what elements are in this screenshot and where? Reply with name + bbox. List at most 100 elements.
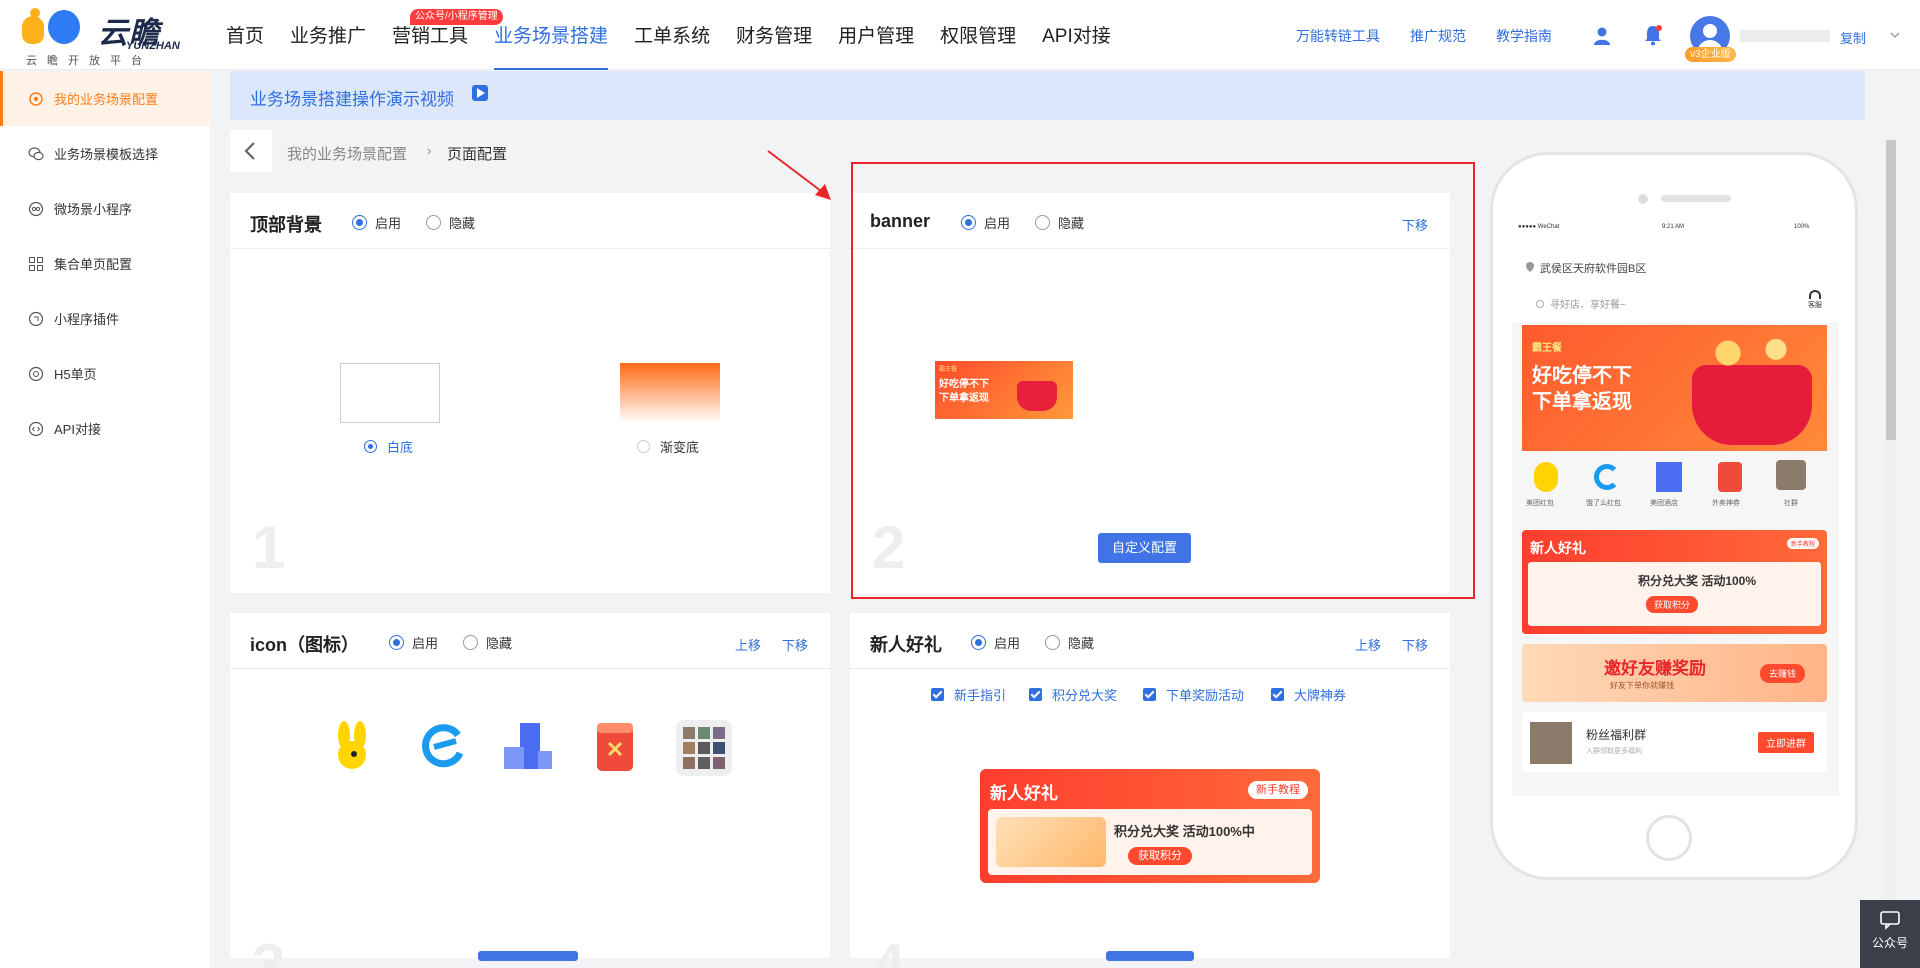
community-group-icon[interactable]: [675, 719, 733, 777]
phone-service-button[interactable]: 客服: [1808, 290, 1822, 310]
meituan-kangaroo-icon[interactable]: [330, 721, 374, 771]
bell-icon[interactable]: [1643, 24, 1663, 46]
phone-gift-button[interactable]: 获取积分: [1646, 596, 1699, 613]
chevron-down-icon[interactable]: [1890, 30, 1900, 40]
phone-search-input[interactable]: 寻好店、享好餐~: [1536, 296, 1626, 311]
nav-item-marketing-tools[interactable]: 公众号/小程序管理 营销工具: [392, 0, 503, 70]
vip-badge: v3企业版: [1685, 47, 1736, 62]
sidebar-item-label: 我的业务场景配置: [54, 92, 159, 107]
sidebar-item-micro-scene[interactable]: 微场景小程序: [0, 181, 210, 236]
demo-video-link[interactable]: 业务场景搭建操作演示视频: [250, 85, 454, 110]
sidebar-item-collection-page[interactable]: 集合单页配置: [0, 236, 210, 291]
breadcrumb-parent[interactable]: 我的业务场景配置: [287, 143, 407, 164]
card-title: 顶部背景: [250, 215, 322, 235]
back-button[interactable]: [230, 130, 272, 172]
chevron-left-icon: [244, 142, 255, 160]
nav-item-home[interactable]: 首页: [226, 0, 264, 70]
nav-item-api[interactable]: API对接: [1042, 0, 1111, 70]
hide-radio[interactable]: 隐藏: [1045, 633, 1094, 652]
move-down-link[interactable]: 下移: [1402, 635, 1428, 654]
sidebar-item-plugin[interactable]: 小程序插件: [0, 291, 210, 346]
phone-group-button[interactable]: 立即进群: [1758, 732, 1814, 753]
phone-speaker: [1661, 195, 1731, 202]
checkbox-label: 下单奖励活动: [1166, 688, 1245, 703]
phone-icon-eleme[interactable]: [1594, 464, 1620, 490]
nav-item-finance[interactable]: 财务管理: [736, 0, 812, 70]
hide-radio[interactable]: 隐藏: [463, 633, 512, 652]
page-scrollbar[interactable]: [1886, 140, 1896, 968]
hide-radio[interactable]: 隐藏: [426, 213, 475, 232]
float-button-label: 公众号: [1871, 936, 1908, 950]
search-placeholder: 寻好店、享好餐~: [1550, 300, 1626, 311]
phone-fan-group-card[interactable]: 粉丝福利群 入群领取更多福利 立即进群: [1522, 712, 1827, 772]
checkbox-newbie-guide[interactable]: 新手指引: [931, 685, 1006, 704]
phone-group-sub: 入群领取更多福利: [1586, 748, 1642, 755]
custom-config-button[interactable]: [1106, 951, 1194, 961]
white-bg-option[interactable]: 白底: [364, 437, 413, 456]
move-up-link[interactable]: 上移: [1355, 635, 1381, 654]
nav-badge: 公众号/小程序管理: [410, 9, 503, 25]
nav-item-promotion[interactable]: 业务推广: [290, 0, 366, 70]
card-number: 1: [252, 514, 286, 581]
card-title: icon（图标）: [250, 635, 360, 655]
demo-video-bar[interactable]: 业务场景搭建操作演示视频: [230, 71, 1865, 120]
radio-dot: [389, 635, 404, 650]
eleme-icon[interactable]: [420, 723, 466, 769]
promo-body: 积分兑大奖 活动100%中 获取积分: [988, 809, 1312, 875]
sidebar-item-h5-page[interactable]: H5单页: [0, 346, 210, 401]
custom-config-button[interactable]: [478, 951, 578, 961]
sidebar: 我的业务场景配置 业务场景模板选择 微场景小程序 集合单页配置 小程序插件 H5…: [0, 71, 210, 968]
takeout-coupon-icon[interactable]: [593, 721, 637, 773]
white-bg-swatch[interactable]: [340, 363, 440, 423]
promo-get-points-button[interactable]: 获取积分: [1128, 847, 1192, 865]
link-promo-rules[interactable]: 推广规范: [1410, 26, 1466, 46]
sidebar-item-template-select[interactable]: 业务场景模板选择: [0, 126, 210, 181]
phone-icon-coupon[interactable]: [1718, 462, 1742, 492]
checkbox-order-reward[interactable]: 下单奖励活动: [1143, 685, 1244, 704]
radio-label: 隐藏: [1068, 636, 1095, 651]
nav-item-tickets[interactable]: 工单系统: [634, 0, 710, 70]
hotel-building-icon[interactable]: [500, 721, 554, 771]
phone-icon-group[interactable]: [1776, 460, 1806, 490]
avatar-head: [1703, 24, 1717, 38]
radio-dot: [1045, 635, 1060, 650]
nav-label: 用户管理: [838, 26, 915, 47]
plugin-icon: [28, 311, 44, 327]
nav-item-scene-builder[interactable]: 业务场景搭建: [494, 0, 609, 70]
yunzhan-logo[interactable]: 云瞻 YUNZHAN 云瞻开放平台: [20, 6, 180, 67]
newcomer-promo-preview[interactable]: 新人好礼 新手教程 积分兑大奖 活动100%中 获取积分: [980, 769, 1320, 883]
gradient-bg-swatch[interactable]: [620, 363, 720, 423]
phone-banner[interactable]: 霸王餐 好吃停不下 下单拿返现: [1522, 325, 1827, 451]
nav-item-users[interactable]: 用户管理: [838, 0, 914, 70]
sidebar-item-my-scene-config[interactable]: 我的业务场景配置: [0, 71, 210, 126]
link-universal-converter[interactable]: 万能转链工具: [1296, 26, 1380, 46]
enable-radio[interactable]: 启用: [389, 633, 438, 652]
nav-label: 权限管理: [940, 26, 1017, 47]
phone-icon-meituan[interactable]: [1534, 462, 1558, 492]
nav-label: 首页: [226, 26, 265, 47]
link-tutorial[interactable]: 教学指南: [1496, 26, 1552, 46]
checkbox-brand-coupon[interactable]: 大牌神券: [1271, 685, 1346, 704]
sidebar-item-api[interactable]: API对接: [0, 401, 210, 456]
gradient-bg-option[interactable]: 渐变底: [637, 437, 699, 456]
phone-group-avatars: [1530, 722, 1572, 764]
radio-label: 启用: [412, 636, 439, 651]
contact-icon[interactable]: [1592, 26, 1612, 46]
phone-newcomer-gift-card[interactable]: 新人好礼 新手教程 积分兑大奖 活动100% 获取积分: [1522, 530, 1827, 634]
scrollbar-thumb[interactable]: [1886, 140, 1896, 440]
nav-item-permissions[interactable]: 权限管理: [940, 0, 1016, 70]
service-label: 客服: [1808, 302, 1822, 309]
enable-radio[interactable]: 启用: [352, 213, 401, 232]
checkbox-points-prize[interactable]: 积分兑大奖: [1029, 685, 1117, 704]
phone-invite-card[interactable]: 邀好友赚奖励 好友下单你就赚钱 去赚钱: [1522, 644, 1827, 702]
copy-link[interactable]: 复制: [1840, 28, 1866, 47]
wechat-icon: [28, 146, 44, 162]
status-time: 9:21 AM: [1662, 224, 1685, 230]
phone-icon-hotel[interactable]: [1656, 462, 1682, 492]
play-icon[interactable]: [472, 85, 488, 101]
phone-invite-button[interactable]: 去赚钱: [1760, 664, 1806, 683]
enable-radio[interactable]: 启用: [971, 633, 1020, 652]
move-up-link[interactable]: 上移: [735, 635, 761, 654]
wechat-official-account-button[interactable]: 公众号: [1860, 900, 1920, 968]
move-down-link[interactable]: 下移: [782, 635, 808, 654]
